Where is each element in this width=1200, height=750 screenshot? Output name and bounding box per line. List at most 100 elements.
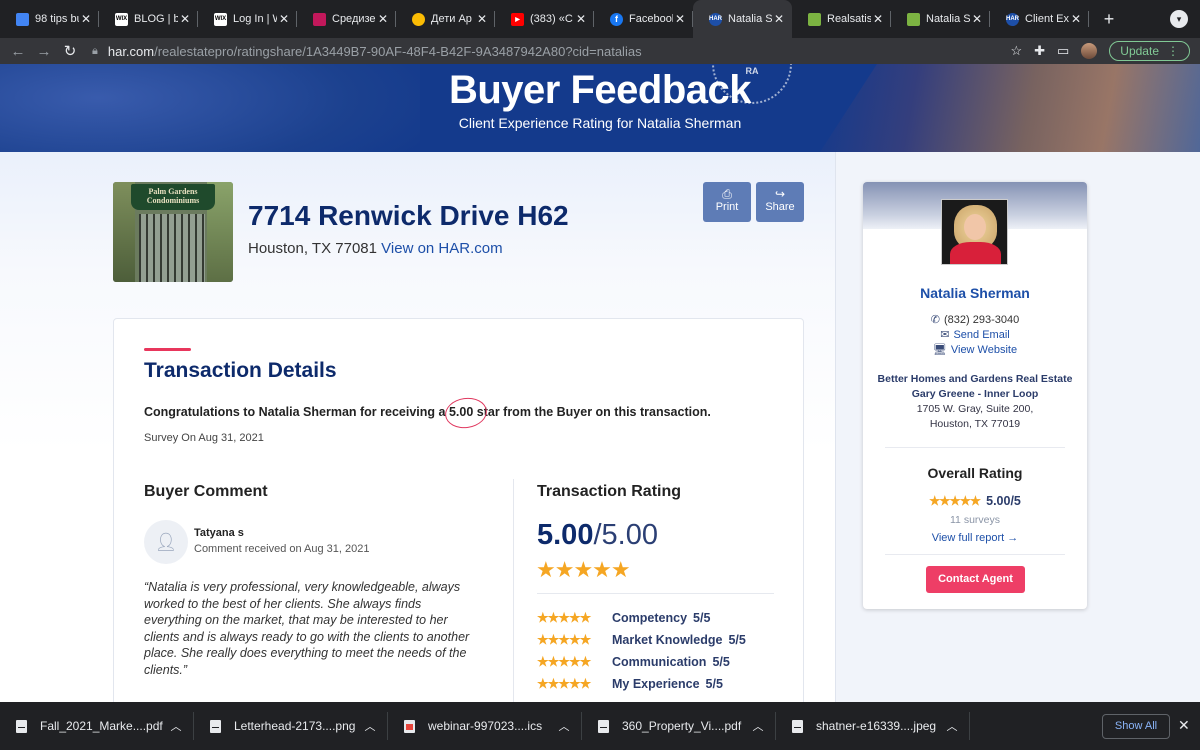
tab-search-chevron-icon[interactable]: ▾: [1170, 10, 1188, 28]
chevron-up-icon[interactable]: ︿: [360, 718, 380, 734]
comment-date: Comment received on Aug 31, 2021: [194, 543, 370, 555]
monitor-icon: 🖥︎: [932, 344, 947, 356]
browser-tab[interactable]: f Facebook ✕: [594, 0, 693, 38]
rating-item: ★★★★★ Communication 5/5: [537, 654, 730, 670]
score-out-of: /5.00: [593, 519, 658, 551]
page-title: Buyer Feedback: [448, 68, 752, 112]
view-on-har-link[interactable]: View on HAR.com: [381, 240, 502, 257]
download-item[interactable]: shatner-e16339....jpeg ︿: [776, 702, 970, 750]
realsatisfied-icon: [907, 12, 920, 26]
browser-tab-active[interactable]: HAR Natalia Sh✕: [693, 0, 792, 38]
close-tab-icon[interactable]: ✕: [673, 12, 687, 26]
close-tab-icon[interactable]: ✕: [970, 12, 984, 26]
tab-label: Log In | W: [233, 13, 277, 25]
photo-face: [964, 214, 986, 240]
docs-icon: [16, 12, 29, 26]
bookmark-star-icon[interactable]: ☆: [1010, 43, 1022, 59]
view-website-label[interactable]: View Website: [951, 344, 1017, 356]
tab-label: 98 tips bu: [35, 13, 79, 25]
new-tab-button[interactable]: +: [1097, 9, 1121, 30]
kebab-menu-icon: ⋮: [1167, 44, 1179, 58]
rating-value: 5/5: [705, 677, 723, 691]
contact-agent-button[interactable]: Contact Agent: [926, 566, 1025, 593]
close-tab-icon[interactable]: ✕: [1069, 12, 1083, 26]
office-name: Gary Greene - Inner Loop: [863, 387, 1087, 402]
browser-tab[interactable]: 98 tips bu ✕: [0, 0, 99, 38]
url-host: har.com: [107, 43, 155, 59]
update-button[interactable]: Update ⋮: [1109, 41, 1190, 61]
extensions-puzzle-icon[interactable]: ✚: [1034, 43, 1045, 59]
close-tab-icon[interactable]: ✕: [376, 12, 390, 26]
browser-tab[interactable]: Natalia Sh✕: [891, 0, 990, 38]
browser-tab[interactable]: ▶ (383) «С ✕: [495, 0, 594, 38]
close-tab-icon[interactable]: ✕: [574, 12, 588, 26]
send-email-link[interactable]: ✉ Send Email: [863, 328, 1087, 341]
file-icon: [598, 719, 609, 733]
face-icon: [412, 12, 425, 26]
user-avatar-icon: 👤︎: [144, 520, 188, 564]
tab-label: Natalia Sh: [728, 13, 772, 25]
office-city: Houston, TX 77019: [929, 418, 1021, 430]
update-label: Update: [1120, 44, 1159, 58]
chevron-up-icon[interactable]: ︿: [748, 718, 768, 734]
browser-tab[interactable]: Средизе ✕: [297, 0, 396, 38]
buyer-comment-text: “Natalia is very professional, very know…: [144, 580, 470, 677]
back-arrow-icon[interactable]: ←: [5, 43, 31, 60]
chevron-up-icon[interactable]: ︿: [942, 718, 962, 734]
address-bar[interactable]: 🔒︎ har.com/realestatepro/ratingshare/1A3…: [92, 38, 1038, 64]
tab-label: Realsatisf: [827, 13, 871, 25]
photo-body: [950, 242, 1001, 264]
tab-label: Natalia Sh: [926, 13, 970, 25]
column-divider: [513, 479, 514, 702]
download-item[interactable]: webinar-997023....ics ︿: [388, 702, 582, 750]
close-tab-icon[interactable]: ✕: [871, 12, 885, 26]
har-icon: HAR: [709, 12, 722, 26]
send-email-label[interactable]: Send Email: [953, 329, 1009, 341]
close-tab-icon[interactable]: ✕: [79, 12, 93, 26]
browser-tab[interactable]: Дети Ар ✕: [396, 0, 495, 38]
close-icon[interactable]: ✕: [1178, 717, 1190, 734]
browser-tab[interactable]: HAR Client Exp✕: [990, 0, 1089, 38]
print-button[interactable]: ⎙ Print: [703, 182, 751, 222]
close-tab-icon[interactable]: ✕: [277, 12, 291, 26]
share-arrow-icon: ↪: [774, 187, 786, 201]
office-text: Gary Greene - Inner Loop: [911, 388, 1039, 400]
tab-strip: 98 tips bu✕ WIXBLOG | bu✕ WIXLog In | W✕…: [0, 0, 1200, 38]
browser-tab[interactable]: Realsatisf ✕: [792, 0, 891, 38]
cast-icon[interactable]: ▭: [1057, 43, 1069, 59]
browser-tab[interactable]: WIX BLOG | bu✕: [99, 0, 198, 38]
transaction-details-heading: Transaction Details: [144, 359, 337, 382]
agent-phone[interactable]: ✆ (832) 293-3040: [863, 313, 1087, 326]
close-tab-icon[interactable]: ✕: [772, 12, 786, 26]
share-button[interactable]: ↪ Share: [756, 182, 804, 222]
profile-avatar-icon[interactable]: [1081, 43, 1098, 59]
show-all-button[interactable]: Show All: [1102, 714, 1170, 739]
chevron-up-icon[interactable]: ︿: [166, 718, 186, 734]
divider: [537, 593, 774, 594]
reload-icon[interactable]: ↻: [57, 42, 83, 60]
rating-value: 5/5: [693, 611, 711, 625]
agent-name[interactable]: Natalia Sherman: [863, 285, 1087, 301]
score-value: 5.00: [537, 519, 594, 551]
survey-date: Survey On Aug 31, 2021: [144, 432, 264, 444]
property-address: Houston, TX 77081 View on HAR.com: [248, 240, 503, 257]
five-stars-icon: ★★★★★: [537, 632, 591, 647]
office-street: 1705 W. Gray, Suite 200,: [916, 403, 1034, 415]
divider: [885, 447, 1065, 448]
chevron-up-icon[interactable]: ︿: [554, 718, 574, 734]
commenter-name: Tatyana s: [194, 527, 244, 539]
browser-tab[interactable]: WIX Log In | W✕: [198, 0, 297, 38]
download-filename: Letterhead-2173....png: [234, 719, 356, 733]
download-item[interactable]: Letterhead-2173....png ︿: [194, 702, 388, 750]
view-website-link[interactable]: 🖥︎ View Website: [863, 343, 1087, 356]
five-stars-icon: ★★★★★: [537, 610, 591, 625]
tab-label: Средизе: [332, 13, 376, 25]
download-item[interactable]: Fall_2021_Marke....pdf ︿: [0, 702, 194, 750]
close-tab-icon[interactable]: ✕: [475, 12, 489, 26]
tab-label: BLOG | bu: [134, 13, 178, 25]
forward-arrow-icon[interactable]: →: [31, 43, 57, 60]
view-full-report-link[interactable]: View full report →: [863, 532, 1087, 544]
close-tab-icon[interactable]: ✕: [178, 12, 192, 26]
download-filename: webinar-997023....ics: [428, 719, 543, 733]
download-item[interactable]: 360_Property_Vi....pdf ︿: [582, 702, 776, 750]
